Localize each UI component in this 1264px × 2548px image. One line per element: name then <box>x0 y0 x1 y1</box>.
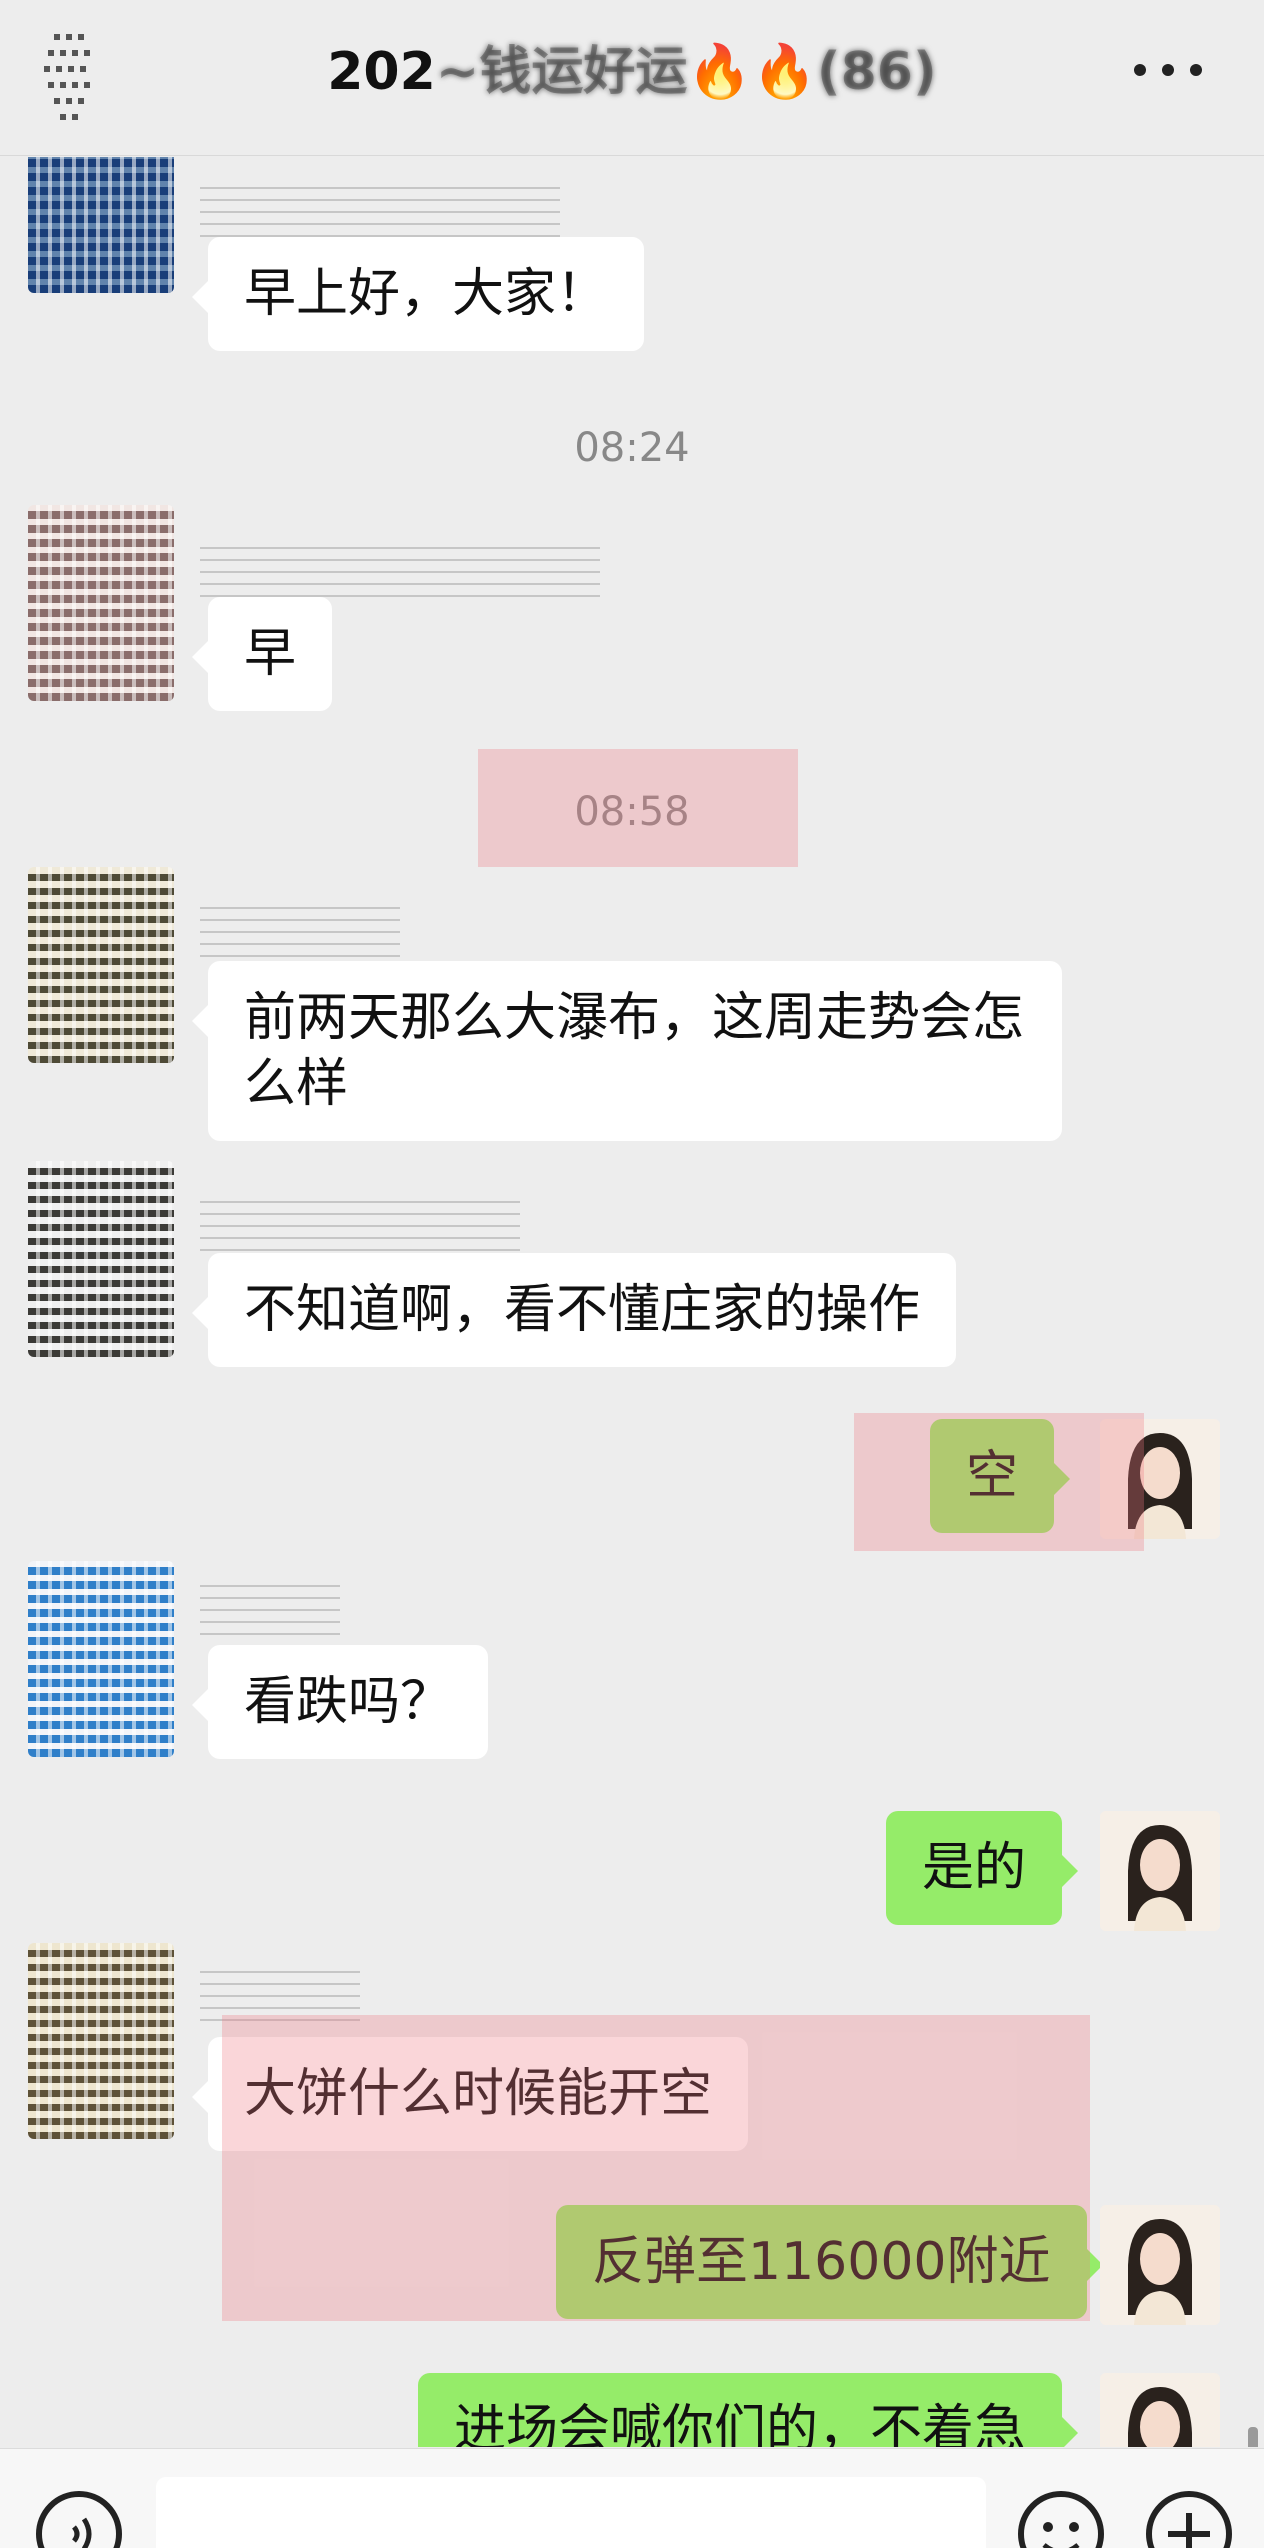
avatar[interactable] <box>28 1161 174 1357</box>
sender-name <box>200 177 560 237</box>
emoji-icon[interactable] <box>1016 2489 1106 2548</box>
message-bubble[interactable]: 看跌吗？ <box>191 1645 489 1759</box>
message-bubble[interactable]: 前两天那么大瀑布，这周走势会怎么样 <box>192 961 1062 1141</box>
message-bubble[interactable]: 大饼什么时候能开空 <box>191 2037 749 2151</box>
title-emoji: 🔥🔥 <box>687 42 817 102</box>
more-dots-icon[interactable] <box>1128 50 1208 90</box>
message-bubble[interactable]: 不知道啊，看不懂庄家的操作 <box>191 1253 957 1367</box>
sender-name <box>200 1191 520 1251</box>
sender-name <box>200 897 400 957</box>
chat-title[interactable]: 202~钱运好运🔥🔥(86) <box>0 36 1264 108</box>
message-list[interactable]: 早上好，大家！ 08:24 早 08:58 前两天那么大瀑布，这周走势会怎么样 … <box>0 157 1264 2447</box>
avatar[interactable] <box>1100 1811 1220 1931</box>
avatar[interactable] <box>28 157 174 293</box>
avatar[interactable] <box>28 505 174 701</box>
avatar[interactable] <box>28 1561 174 1757</box>
voice-icon[interactable] <box>34 2489 124 2548</box>
message-input[interactable] <box>156 2477 986 2548</box>
message-bubble[interactable]: 是的 <box>886 1811 1079 1925</box>
title-member-count: (86) <box>816 42 937 102</box>
sender-name <box>200 1575 340 1635</box>
message-bubble[interactable]: 进场会喊你们的，不着急 <box>418 2373 1079 2447</box>
timestamp: 08:58 <box>574 789 690 835</box>
avatar[interactable] <box>1100 2205 1220 2325</box>
message-bubble[interactable]: 反弹至116000附近 <box>556 2205 1103 2319</box>
sender-name <box>200 537 600 597</box>
sender-name <box>200 1961 360 2021</box>
message-bubble[interactable]: 早 <box>191 597 333 711</box>
chat-header: 202~钱运好运🔥🔥(86) <box>0 0 1264 156</box>
message-bubble[interactable]: 早上好，大家！ <box>191 237 645 351</box>
message-bubble[interactable]: 空 <box>930 1419 1071 1533</box>
title-prefix: 202 <box>327 42 436 102</box>
title-obscured: ~钱运好运 <box>435 42 688 102</box>
scrollbar[interactable] <box>1248 2427 1258 2447</box>
avatar[interactable] <box>28 1943 174 2139</box>
avatar[interactable] <box>1100 1419 1220 1539</box>
avatar[interactable] <box>1100 2373 1220 2447</box>
input-bar <box>0 2448 1264 2548</box>
timestamp: 08:24 <box>574 425 690 471</box>
avatar[interactable] <box>28 867 174 1063</box>
plus-icon[interactable] <box>1144 2489 1234 2548</box>
